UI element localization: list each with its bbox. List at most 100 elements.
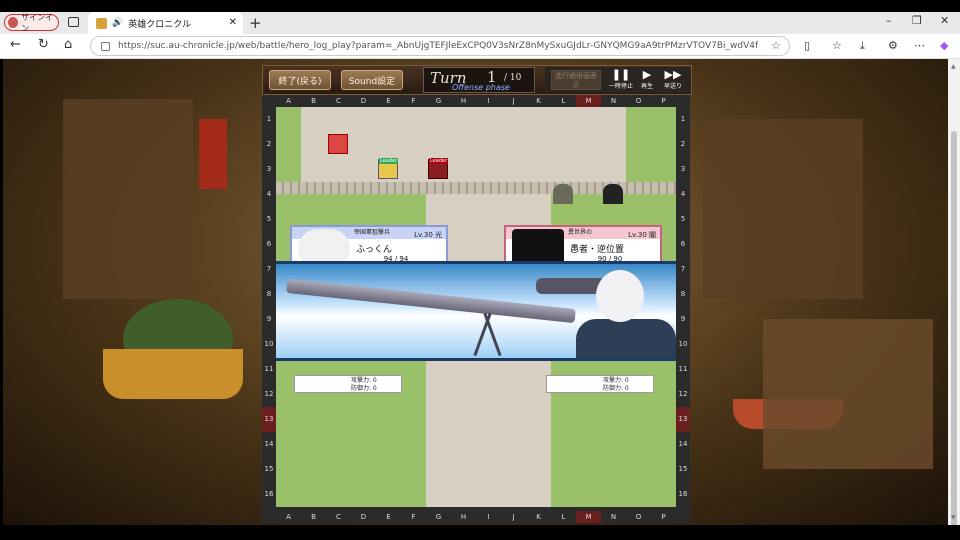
skip-button[interactable]: 進行戦術画表示	[551, 70, 601, 90]
sound-settings-button[interactable]: Sound設定	[341, 70, 403, 90]
col-label-C: C	[336, 97, 341, 105]
col-label-P: P	[661, 513, 666, 521]
new-tab-button[interactable]: +	[249, 14, 262, 32]
row-label-12: 12	[264, 390, 274, 398]
page-scrollbar[interactable]: ▲ ▼	[948, 59, 960, 529]
reload-icon[interactable]: ↻	[38, 37, 49, 52]
col-label-D: D	[360, 97, 367, 105]
row-labels-left: 1 2 3 4 5 6 7 8 9 10 11 12 13 14 15 16	[262, 107, 276, 507]
col-label-I: I	[487, 97, 490, 105]
row-label-10: 10	[264, 340, 274, 348]
playback-controls: 進行戦術画表示 ❚❚ 一時停止 ▶ 再生 ▶▶ 早送り	[545, 67, 691, 93]
close-window-icon[interactable]: ✕	[940, 14, 949, 27]
row-label-8: 8	[266, 290, 272, 298]
signin-button[interactable]: サインイン	[4, 12, 59, 33]
col-label-C: C	[336, 513, 341, 521]
split-icon[interactable]: ▯	[804, 39, 810, 52]
enemy-stat-attack: 攻撃力: 0	[603, 377, 629, 384]
row-label-5: 5	[680, 215, 686, 223]
col-label-B: B	[311, 513, 316, 521]
row-label-9: 9	[680, 315, 686, 323]
col-label-M: M	[576, 95, 601, 107]
lock-icon	[101, 41, 110, 51]
building-right	[703, 119, 863, 299]
row-label-14: 14	[678, 440, 688, 448]
col-label-N: N	[610, 97, 617, 105]
sniper-rifle	[286, 278, 576, 324]
player-stats: 攻撃力: 0 防御力: 0	[294, 375, 402, 393]
play-icon[interactable]: ▶ 再生	[635, 68, 659, 90]
col-label-O: O	[635, 97, 642, 105]
player-stat-attack: 攻撃力: 0	[351, 377, 377, 384]
favicon-icon	[96, 17, 107, 29]
extension-icon[interactable]: ⚙	[888, 39, 898, 52]
scroll-up-icon[interactable]: ▲	[951, 63, 956, 70]
column-labels-bottom: A B C D E F G H I J K L M N O P	[276, 511, 676, 523]
enemy-level: Lv.30 闇	[628, 231, 656, 239]
downloads-icon[interactable]: ⤓	[860, 39, 865, 53]
url-text: https://suc.au-chronicle.jp/web/battle/h…	[118, 41, 758, 51]
scrollbar-thumb[interactable]	[951, 131, 957, 529]
leader-tag: Leader	[379, 158, 399, 164]
signin-label: サインイン	[21, 12, 54, 33]
row-label-6: 6	[266, 240, 272, 248]
maximize-icon[interactable]: ❐	[912, 14, 922, 27]
fast-forward-icon[interactable]: ▶▶ 早送り	[661, 68, 685, 90]
copilot-icon[interactable]: ◆	[940, 39, 948, 52]
enemy-name: 愚者・逆位置	[570, 245, 625, 255]
more-icon[interactable]: ⋯	[914, 39, 925, 52]
row-label-1: 1	[680, 115, 686, 123]
enemy-card-header-text: 異世界の	[568, 229, 593, 236]
col-label-H: H	[460, 513, 467, 521]
tab-title: 英雄クロニクル	[128, 19, 191, 30]
building-right-lower	[763, 319, 933, 469]
enemy-unit[interactable]	[328, 134, 348, 154]
turn-total: / 10	[504, 73, 522, 83]
col-label-A: A	[286, 513, 291, 521]
pause-icon[interactable]: ❚❚ 一時停止	[609, 68, 633, 90]
col-label-J: J	[512, 513, 515, 521]
col-label-I: I	[487, 513, 490, 521]
scroll-down-icon[interactable]: ▼	[951, 514, 956, 521]
battle-board: ABCDEFGHIJKLMNOP ABCDEFGHIJKLMNOP 123456…	[262, 95, 690, 523]
col-label-F: F	[411, 97, 416, 105]
player-card-header-text: 帝国軍狙撃兵	[354, 229, 391, 236]
minimize-icon[interactable]: –	[886, 14, 892, 27]
row-label-13: 13	[676, 407, 690, 432]
row-label-11: 11	[264, 365, 274, 373]
row-label-13: 13	[262, 407, 276, 432]
row-label-14: 14	[264, 440, 274, 448]
row-label-1: 1	[266, 115, 272, 123]
turn-indicator: Turn 1 / 10 Offense phase	[423, 67, 535, 93]
col-label-G: G	[435, 97, 442, 105]
enemy-unit-shadow[interactable]	[603, 184, 623, 204]
back-icon[interactable]: ←	[10, 37, 21, 52]
bipod-leg	[483, 312, 502, 357]
browser-tab[interactable]: 🔊 英雄クロニクル ✕	[88, 12, 243, 34]
player-leader-unit[interactable]: Leader	[378, 158, 399, 179]
col-label-E: E	[386, 513, 391, 521]
home-icon[interactable]: ⌂	[64, 37, 72, 52]
col-label-K: K	[536, 97, 541, 105]
enemy-unit-hooded[interactable]	[553, 184, 573, 204]
star-icon[interactable]: ☆	[771, 39, 781, 52]
col-label-L: L	[561, 513, 566, 521]
enemy-leader-unit[interactable]: Leader	[428, 158, 449, 179]
game-hud: 終了(戻る) Sound設定 Turn 1 / 10 Offense phase…	[262, 65, 692, 95]
col-label-N: N	[610, 513, 617, 521]
speaker-icon[interactable]: 🔊	[112, 18, 123, 28]
enemy-stats: 攻撃力: 0 防御力: 0	[546, 375, 654, 393]
row-label-15: 15	[678, 465, 688, 473]
row-label-5: 5	[266, 215, 272, 223]
col-label-P: P	[661, 97, 666, 105]
close-tab-icon[interactable]: ✕	[229, 17, 237, 28]
window-top-edge	[0, 0, 960, 12]
leader-tag: Leader	[429, 158, 449, 164]
row-label-8: 8	[680, 290, 686, 298]
tab-icon[interactable]	[68, 17, 79, 27]
favorites-icon[interactable]: ☆	[832, 39, 842, 52]
row-label-4: 4	[266, 190, 272, 198]
end-button[interactable]: 終了(戻る)	[269, 70, 331, 90]
row-label-15: 15	[264, 465, 274, 473]
address-bar[interactable]: https://suc.au-chronicle.jp/web/battle/h…	[90, 36, 790, 56]
